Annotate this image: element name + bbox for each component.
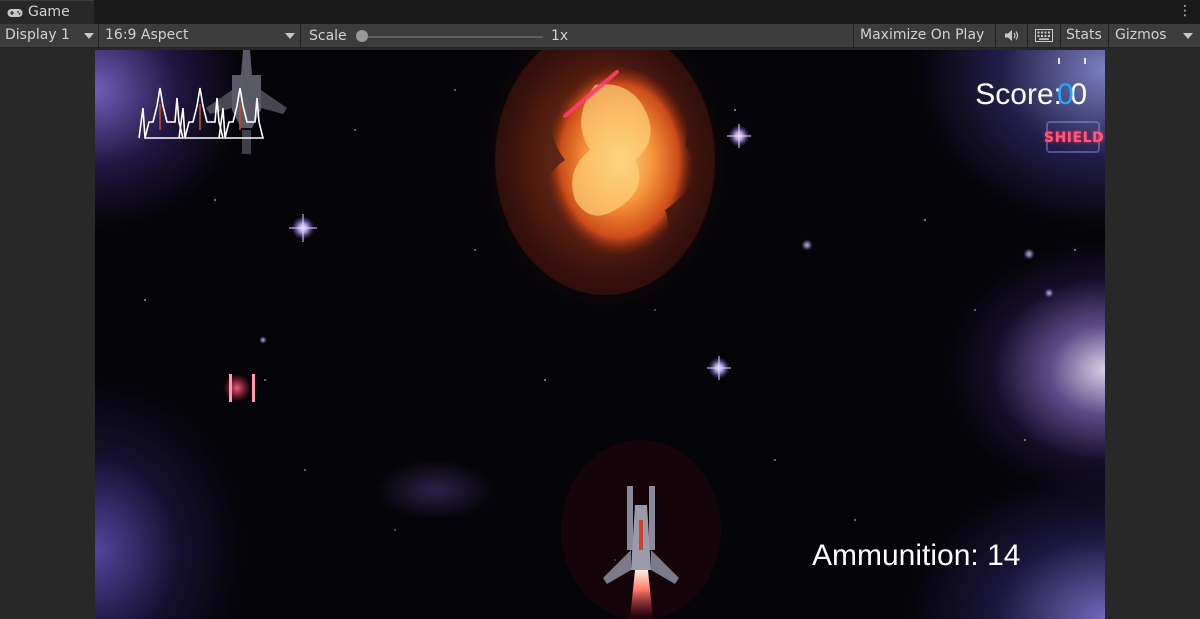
- scale-slider-thumb[interactable]: [356, 30, 368, 42]
- shield-label: SHIELD: [1044, 130, 1105, 146]
- laser-powerup: [223, 374, 255, 402]
- tab-game[interactable]: Game: [0, 0, 94, 24]
- game-viewport[interactable]: Score: 0 0 SHIELD Ammunition: 14: [95, 50, 1105, 619]
- speaker-icon: [1005, 30, 1019, 41]
- player-ship: [561, 440, 721, 619]
- chevron-down-icon: [285, 33, 295, 39]
- scale-label: Scale: [309, 28, 347, 44]
- scale-value: 1x: [551, 28, 569, 44]
- kebab-menu-icon[interactable]: ⋮: [1178, 3, 1192, 19]
- ammunition-label: Ammunition:: [812, 539, 988, 572]
- maximize-on-play-toggle[interactable]: Maximize On Play: [860, 24, 984, 47]
- aspect-dropdown[interactable]: 16:9 Aspect: [99, 24, 299, 47]
- chevron-down-icon: [84, 33, 94, 39]
- gizmos-label: Gizmos: [1115, 27, 1167, 43]
- ammunition-display: Ammunition: 14: [812, 539, 1020, 573]
- explosion: [480, 50, 730, 312]
- mute-audio-button[interactable]: [996, 24, 1026, 47]
- tab-bar: Game ⋮: [0, 0, 1200, 24]
- scale-slider-track[interactable]: [361, 36, 543, 38]
- aspect-value: 16:9 Aspect: [105, 27, 189, 43]
- game-scene: [138, 50, 1100, 619]
- shield-count: 0: [1057, 78, 1074, 111]
- display-dropdown[interactable]: Display 1: [0, 24, 98, 47]
- chevron-down-icon: [1183, 33, 1193, 39]
- keyboard-button[interactable]: [1028, 24, 1060, 47]
- gamepad-icon: [7, 9, 23, 17]
- ammunition-value: 14: [987, 539, 1021, 572]
- display-value: Display 1: [5, 27, 70, 43]
- gizmos-dropdown[interactable]: Gizmos: [1115, 24, 1200, 47]
- stats-button[interactable]: Stats: [1066, 24, 1102, 47]
- keyboard-icon: [1035, 29, 1053, 42]
- game-view-toolbar: Display 1 16:9 Aspect Scale 1x Maximize …: [0, 24, 1200, 48]
- tab-title: Game: [28, 4, 70, 20]
